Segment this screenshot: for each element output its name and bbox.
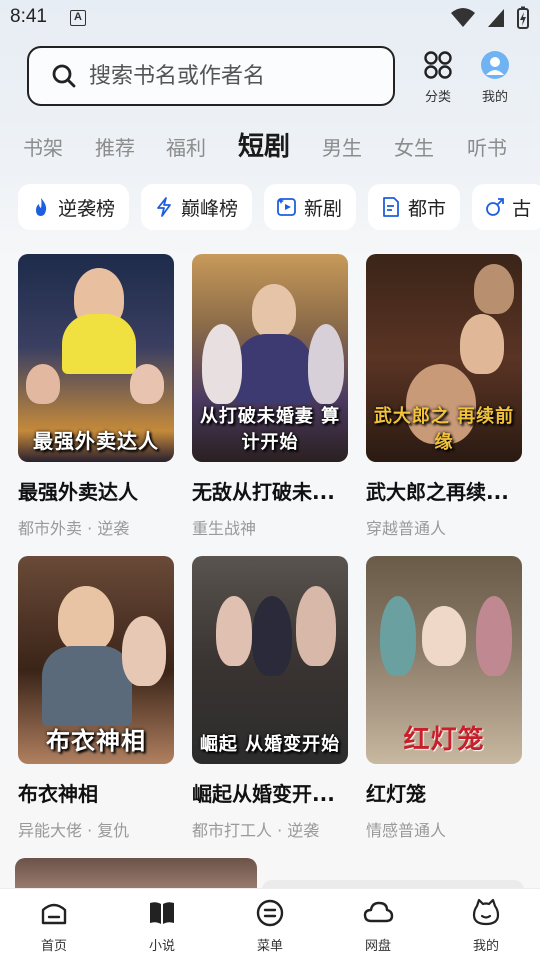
tab-female[interactable]: 女生 <box>394 132 434 161</box>
cloud-icon <box>363 901 394 923</box>
drama-cover[interactable]: 崛起 从婚变开始 <box>192 556 348 764</box>
nav-menu[interactable]: 菜单 <box>240 897 300 954</box>
drama-cover[interactable]: 从打破未婚妻 算计开始 <box>192 254 348 462</box>
nav-label: 我的 <box>472 939 499 954</box>
tab-recommend[interactable]: 推荐 <box>95 132 135 161</box>
chip-label: 古 <box>512 197 532 220</box>
nav-label: 首页 <box>40 939 67 954</box>
status-icons <box>450 6 530 30</box>
nav-label: 菜单 <box>256 939 283 954</box>
drama-card[interactable]: 红灯笼 红灯笼 情感普通人 <box>366 556 522 841</box>
face-icon <box>472 898 500 926</box>
signal-icon <box>488 9 504 27</box>
chip-label: 巅峰榜 <box>181 197 239 220</box>
tab-welfare[interactable]: 福利 <box>166 132 206 161</box>
status-bar: 8:41 A <box>0 0 540 36</box>
drama-cover[interactable]: 红灯笼 <box>366 556 522 764</box>
poster-title: 武大郎之 再续前缘 <box>373 406 515 453</box>
status-time: 8:41 <box>10 6 47 27</box>
wifi-icon <box>451 8 475 27</box>
chip-new-drama[interactable]: 新剧 <box>264 184 357 230</box>
tab-bookshelf[interactable]: 书架 <box>23 132 63 161</box>
nav-mine[interactable]: 我的 <box>456 897 516 954</box>
chip-label: 新剧 <box>304 197 343 220</box>
home-icon <box>41 903 67 925</box>
chip-peak-rank[interactable]: 巅峰榜 <box>141 184 253 230</box>
search-icon <box>52 64 76 88</box>
bottom-navigation: 首页 小说 菜单 网盘 我的 <box>0 888 540 960</box>
poster-title: 红灯笼 <box>403 725 485 755</box>
drama-tags: 穿越普通人 <box>366 519 447 538</box>
chip-label: 逆袭榜 <box>58 197 116 220</box>
poster-title: 从打破未婚妻 算计开始 <box>199 406 341 453</box>
chip-ancient[interactable]: 古 <box>472 184 540 230</box>
nav-novel[interactable]: 小说 <box>132 897 192 954</box>
mine-label: 我的 <box>481 90 508 105</box>
lightning-icon <box>157 197 171 217</box>
poster-title: 崛起 从婚变开始 <box>199 734 341 755</box>
tab-audiobook[interactable]: 听书 <box>467 132 507 161</box>
mine-button[interactable]: 我的 <box>471 50 519 105</box>
category-tabs: 书架 推荐 福利 短剧 男生 女生 听书 <box>0 126 540 166</box>
nav-label: 网盘 <box>364 939 391 954</box>
avatar-icon <box>481 51 509 79</box>
tab-short-drama[interactable]: 短剧 <box>238 126 290 163</box>
drama-title: 布衣神相 <box>18 782 98 806</box>
poster-title: 最强外卖达人 <box>33 429 159 453</box>
sparkle-play-icon <box>277 198 296 216</box>
category-label: 分类 <box>424 90 451 105</box>
drama-title: 武大郎之再续... <box>366 480 509 504</box>
drama-tags: 情感普通人 <box>366 821 447 840</box>
drama-tags: 重生战神 <box>192 519 257 538</box>
poster-title: 布衣神相 <box>46 727 146 755</box>
book-icon <box>150 902 174 924</box>
drama-card[interactable]: 最强外卖达人 最强外卖达人 都市外卖 · 逆袭 <box>18 254 174 539</box>
nav-label: 小说 <box>148 939 175 954</box>
nav-cloud[interactable]: 网盘 <box>348 897 408 954</box>
category-button[interactable]: 分类 <box>414 50 462 105</box>
drama-card[interactable]: 崛起 从婚变开始 崛起从婚变开... 都市打工人 · 逆袭 <box>192 556 348 841</box>
drama-title: 红灯笼 <box>366 782 426 806</box>
drama-tags: 都市打工人 · 逆袭 <box>192 821 320 840</box>
search-input[interactable] <box>89 63 379 89</box>
drama-title: 最强外卖达人 <box>18 480 138 504</box>
drama-tags: 都市外卖 · 逆袭 <box>18 519 130 538</box>
category-grid-icon <box>424 51 452 79</box>
drama-tags: 异能大佬 · 复仇 <box>18 821 130 840</box>
drama-cover[interactable]: 最强外卖达人 <box>18 254 174 462</box>
nav-home[interactable]: 首页 <box>24 897 84 954</box>
document-icon <box>383 197 399 217</box>
search-bar[interactable] <box>27 46 395 106</box>
tab-male[interactable]: 男生 <box>322 132 362 161</box>
accessibility-icon: A <box>70 10 86 26</box>
drama-cover[interactable]: 武大郎之 再续前缘 <box>366 254 522 462</box>
drama-card[interactable]: 布衣神相 布衣神相 异能大佬 · 复仇 <box>18 556 174 841</box>
fire-icon <box>36 198 47 216</box>
chip-row: 逆袭榜 巅峰榜 新剧 都市 古 <box>18 184 540 230</box>
chip-label: 都市 <box>408 197 447 220</box>
drama-card[interactable]: 武大郎之 再续前缘 武大郎之再续... 穿越普通人 <box>366 254 522 539</box>
menu-icon <box>256 899 284 927</box>
drama-title: 崛起从婚变开... <box>192 782 335 806</box>
chip-urban[interactable]: 都市 <box>368 184 461 230</box>
battery-icon <box>517 6 529 29</box>
chip-nixi-rank[interactable]: 逆袭榜 <box>18 184 130 230</box>
drama-card[interactable]: 从打破未婚妻 算计开始 无敌从打破未... 重生战神 <box>192 254 348 539</box>
drama-cover[interactable]: 布衣神相 <box>18 556 174 764</box>
drama-title: 无敌从打破未... <box>192 480 335 504</box>
male-symbol-icon <box>486 198 504 216</box>
